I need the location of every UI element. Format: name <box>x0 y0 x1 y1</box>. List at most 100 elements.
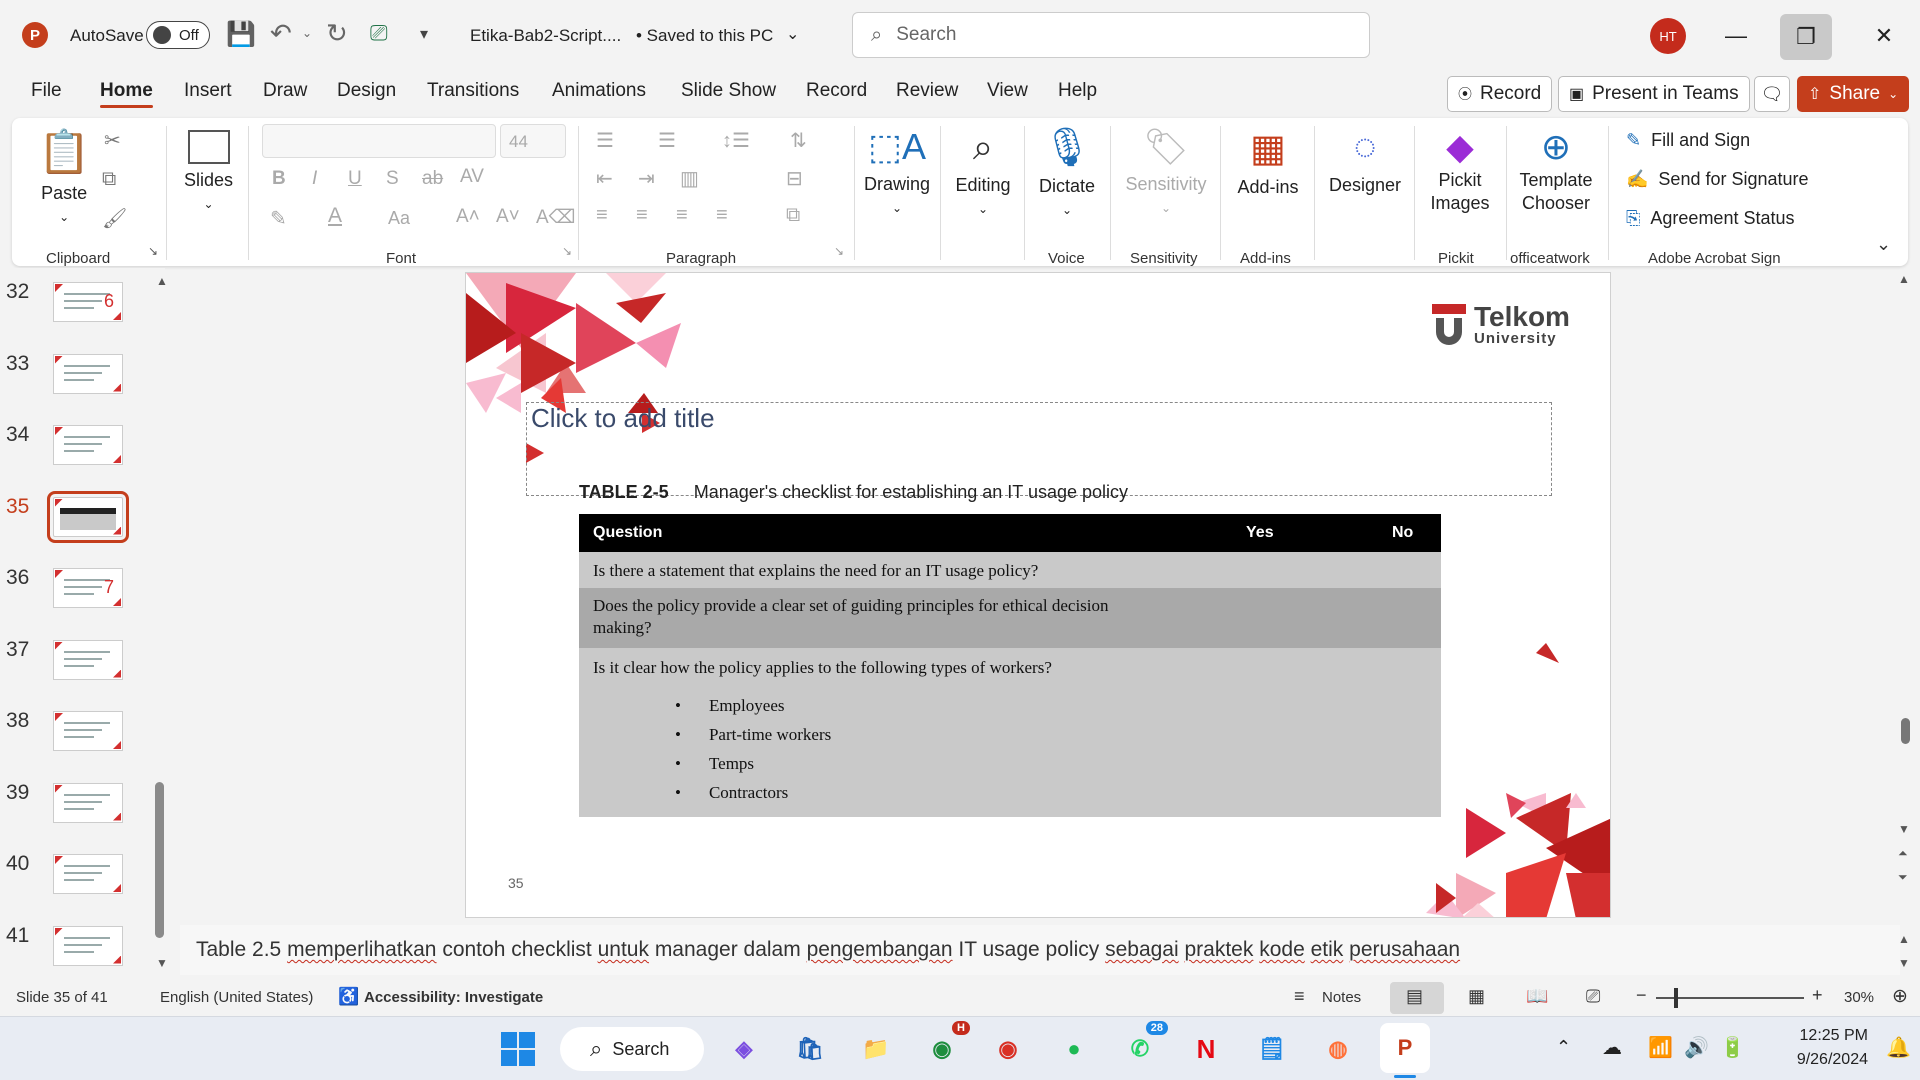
battery-icon[interactable]: 🔋 <box>1720 1035 1745 1060</box>
tab-transitions[interactable]: Transitions <box>427 80 519 102</box>
zoom-slider-thumb[interactable] <box>1674 988 1678 1008</box>
notes-scroll-up-icon[interactable]: ▲ <box>1898 932 1910 946</box>
slide-thumbnail[interactable]: 7 <box>53 568 123 608</box>
undo-dropdown-icon[interactable]: ⌄ <box>302 26 312 40</box>
share-button[interactable]: ⇧ Share ⌄ <box>1797 76 1910 112</box>
tab-insert[interactable]: Insert <box>184 80 232 102</box>
tab-view[interactable]: View <box>987 80 1028 102</box>
sensitivity-button[interactable]: 🏷 Sensitivity ⌄ <box>1122 126 1210 215</box>
slide-thumbnail[interactable] <box>53 711 123 751</box>
tab-draw[interactable]: Draw <box>263 80 307 102</box>
cut-icon[interactable]: ✂ <box>104 128 121 153</box>
store-icon[interactable]: 🛍 <box>788 1027 832 1071</box>
slide-thumbnail[interactable] <box>47 490 129 543</box>
paragraph-launcher-icon[interactable]: ↘ <box>834 244 844 258</box>
slide-scrollbar[interactable] <box>1901 718 1910 744</box>
columns-icon[interactable]: ▥ <box>680 166 699 191</box>
reading-view-icon[interactable]: 📖 <box>1526 986 1548 1007</box>
slide-thumbnail[interactable] <box>53 353 123 394</box>
bold-icon[interactable]: B <box>272 168 286 190</box>
checklist-table[interactable]: Question Yes No Is there a statement tha… <box>579 514 1441 817</box>
redo-icon[interactable]: ↻ <box>326 18 348 49</box>
slide-thumbnail[interactable] <box>53 854 123 894</box>
firefox-icon[interactable]: ◍ <box>1316 1027 1360 1071</box>
designer-button[interactable]: ◌ Designer <box>1326 126 1404 196</box>
wifi-icon[interactable]: 📶 <box>1648 1035 1673 1060</box>
file-name[interactable]: Etika-Bab2-Script.... <box>470 26 621 46</box>
increase-indent-icon[interactable]: ⇥ <box>638 166 655 191</box>
smartart-icon[interactable]: ⧉ <box>786 204 800 227</box>
underline-icon[interactable]: U <box>348 168 362 190</box>
numbering-icon[interactable]: ☰ <box>658 128 676 153</box>
decrease-indent-icon[interactable]: ⇤ <box>596 166 613 191</box>
notes-pane[interactable]: Table 2.5 memperlihatkan contoh checklis… <box>180 925 1900 975</box>
comments-button[interactable]: 🗨 <box>1754 76 1790 112</box>
fill-and-sign-button[interactable]: ✎ Fill and Sign <box>1626 130 1750 151</box>
font-name-field[interactable] <box>262 124 496 158</box>
tab-record[interactable]: Record <box>806 80 867 102</box>
record-button[interactable]: ⦿ Record <box>1447 76 1553 112</box>
zoom-in-icon[interactable]: + <box>1812 985 1823 1006</box>
windows-start-icon[interactable] <box>496 1027 540 1071</box>
clock-time[interactable]: 12:25 PM <box>1776 1027 1868 1045</box>
zoom-level[interactable]: 30% <box>1844 989 1874 1006</box>
previous-slide-icon[interactable]: ⏶ <box>1898 846 1908 861</box>
save-state[interactable]: • Saved to this PC <box>636 26 773 46</box>
search-box[interactable]: ⌕ Search <box>852 12 1370 58</box>
tab-slide-show[interactable]: Slide Show <box>681 80 776 102</box>
italic-icon[interactable]: I <box>312 168 317 190</box>
tab-file[interactable]: File <box>31 80 62 102</box>
present-from-start-icon[interactable]: ⎚ <box>370 20 388 46</box>
zoom-slider[interactable] <box>1656 997 1804 999</box>
font-color-icon[interactable]: A <box>328 204 342 228</box>
notes-toggle[interactable]: Notes <box>1322 989 1361 1006</box>
notes-icon[interactable]: ≡ <box>1294 986 1305 1007</box>
tab-help[interactable]: Help <box>1058 80 1097 102</box>
save-state-chevron-icon[interactable]: ⌄ <box>786 24 799 44</box>
taskbar-search[interactable]: ⌕ Search <box>560 1027 704 1071</box>
agreement-status-button[interactable]: ⎘ Agreement Status <box>1626 208 1795 229</box>
highlight-icon[interactable]: ✎ <box>270 206 287 231</box>
copy-icon[interactable]: ⧉ <box>102 168 116 191</box>
language-indicator[interactable]: English (United States) <box>160 989 313 1006</box>
copilot-icon[interactable]: ◈ <box>722 1027 766 1071</box>
slides-button[interactable]: Slides ⌄ <box>184 130 233 211</box>
whatsapp-icon[interactable]: ✆ 28 <box>1118 1021 1168 1071</box>
align-left-icon[interactable]: ≡ <box>596 204 608 227</box>
onedrive-icon[interactable]: ☁ <box>1602 1035 1622 1060</box>
minimize-icon[interactable]: — <box>1716 18 1756 54</box>
align-center-icon[interactable]: ≡ <box>636 204 648 227</box>
present-in-teams-button[interactable]: ▣ Present in Teams <box>1558 76 1750 112</box>
font-size-field[interactable]: 44 <box>500 124 566 158</box>
align-right-icon[interactable]: ≡ <box>676 204 688 227</box>
scroll-up-icon[interactable]: ▲ <box>1898 272 1910 286</box>
justify-icon[interactable]: ≡ <box>716 204 728 227</box>
close-icon[interactable]: ✕ <box>1864 18 1904 54</box>
zoom-out-icon[interactable]: − <box>1636 985 1647 1006</box>
notification-bell-icon[interactable]: 🔔 <box>1886 1035 1911 1060</box>
fit-slide-icon[interactable]: ⊕ <box>1892 985 1908 1008</box>
pickit-images-button[interactable]: ◆ Pickit Images <box>1420 126 1500 214</box>
text-direction-icon[interactable]: ⇅ <box>790 128 807 153</box>
dictate-button[interactable]: 🎙 Dictate ⌄ <box>1034 126 1100 217</box>
notes-scroll-down-icon[interactable]: ▼ <box>1898 956 1910 970</box>
clear-formatting-icon[interactable]: A⌫ <box>536 206 576 229</box>
spotify-icon[interactable]: ● <box>1052 1027 1096 1071</box>
clipboard-launcher-icon[interactable]: ↘ <box>148 244 158 258</box>
tab-review[interactable]: Review <box>896 80 958 102</box>
format-painter-icon[interactable]: 🖌 <box>102 206 127 231</box>
accessibility-status[interactable]: Accessibility: Investigate <box>364 989 543 1006</box>
paste-button[interactable]: 📋 Paste ⌄ <box>38 128 90 224</box>
slide-show-icon[interactable]: ⎚ <box>1586 986 1600 1007</box>
file-explorer-icon[interactable]: 📁 <box>854 1027 898 1071</box>
character-spacing-icon[interactable]: AV <box>460 166 484 188</box>
scroll-down-icon[interactable]: ▼ <box>1898 822 1910 836</box>
strikethrough-icon[interactable]: ab <box>422 168 443 190</box>
editing-button[interactable]: ⌕ Editing ⌄ <box>950 126 1016 216</box>
tab-home[interactable]: Home <box>100 80 153 108</box>
slide-thumbnail[interactable] <box>53 925 123 966</box>
chrome-icon[interactable]: ◉ <box>986 1027 1030 1071</box>
line-spacing-icon[interactable]: ↕☰ <box>722 128 750 153</box>
customize-toolbar-icon[interactable]: ▾ <box>420 24 428 44</box>
slide-thumbnail[interactable] <box>53 639 123 680</box>
